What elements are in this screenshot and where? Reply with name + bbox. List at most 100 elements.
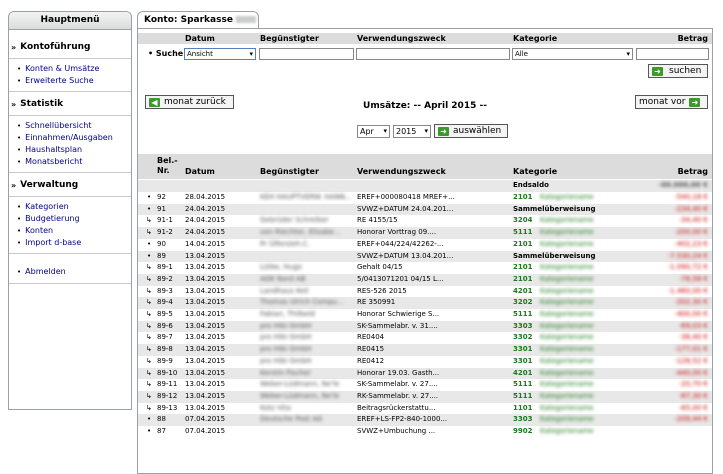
table-row[interactable]: ↳ 89-10 13.04.2015 Kerstin Fischer Honorar 1… <box>138 367 712 380</box>
cell-datum: 13.04.2015 <box>185 333 226 342</box>
cell-datum: 13.04.2015 <box>185 263 226 272</box>
sub-arrow-icon: ↳ <box>146 228 152 237</box>
cell-beguenstigter: Gebrüder Schreiber <box>260 216 329 225</box>
cell-kategorie: 3302 <box>513 333 533 342</box>
cell-zweck: EREF+LS-FP2-840-1000... <box>357 415 448 424</box>
double-arrow-icon: » <box>11 99 17 109</box>
cell-kategorie-name-redacted: Kategoriename <box>540 216 594 225</box>
cell-kategorie: 3204 <box>513 216 533 225</box>
link-konten[interactable]: • Konten <box>17 225 131 237</box>
cell-datum: 13.04.2015 <box>185 380 226 389</box>
cell-kategorie: 5111 <box>513 391 533 400</box>
filter-header-betrag: Betrag <box>677 34 708 43</box>
table-row[interactable]: • 88 07.04.2015 Deutsche Post AG EREF+LS-FP2… <box>138 414 712 426</box>
link-kategorien[interactable]: • Kategorien <box>17 201 131 213</box>
cell-kategorie-name-redacted: Kategoriename <box>540 415 594 424</box>
table-row[interactable]: ↳ 89-8 13.04.2015 pro Hibi GmbH RE0415 3301 Ka… <box>138 344 712 356</box>
table-row[interactable]: ↳ 91-2 24.04.2015 von Riechter, Elisabe... H… <box>138 227 712 239</box>
cell-nr: 92 <box>157 193 166 201</box>
main-panel: Datum Begünstigter Verwendungszweck Kate… <box>137 28 713 474</box>
sidebar: Hauptmenü » Kontoführung • Konten & Umsätz… <box>8 11 132 410</box>
table-row[interactable]: ↳ 89-12 13.04.2015 Weber-Lüdmann, Ne'le RK-S… <box>138 390 712 403</box>
cell-kategorie: 9902 <box>513 427 533 435</box>
cell-kategorie-name-redacted: Kategoriename <box>540 298 594 307</box>
link-monatsbericht[interactable]: • Monatsbericht <box>17 156 131 168</box>
table-row[interactable]: ↳ 89-5 13.04.2015 Fabian, Thilbeld Honorar S… <box>138 309 712 321</box>
table-row[interactable]: • 91 24.04.2015 SVWZ+DATUM 24.04.201... Samm… <box>138 203 712 216</box>
sub-arrow-icon: ↳ <box>146 368 152 377</box>
cell-kategorie: 3202 <box>513 298 533 307</box>
month-select[interactable]: Apr ▾ <box>357 125 390 138</box>
search-button[interactable]: ➜ suchen <box>648 64 708 78</box>
beguenstigter-input[interactable] <box>259 48 354 60</box>
cell-kategorie-name-redacted: Kategoriename <box>540 310 594 318</box>
table-row[interactable]: • 92 28.04.2015 KEH HAUPTVERW. HANN... EREF+… <box>138 192 712 204</box>
table-row[interactable]: ↳ 89-1 13.04.2015 Lütke, Hugo Gehalt 04/15 21… <box>138 262 712 274</box>
link-erweiterte-suche[interactable]: • Erweiterte Suche <box>17 75 131 87</box>
link-label: Haushaltsplan <box>25 145 83 154</box>
cell-beguenstigter: Kerstin Fischer <box>260 368 312 377</box>
kategorie-select[interactable]: Alle ▾ <box>512 48 633 60</box>
tab-label: Konto: Sparkasse <box>144 15 233 25</box>
next-month-button[interactable]: monat vor ➜ <box>635 95 708 109</box>
cell-betrag: -234,40 € <box>674 204 708 213</box>
link-haushaltsplan[interactable]: • Haushaltsplan <box>17 144 131 156</box>
col-header-betrag: Betrag <box>677 167 708 176</box>
cell-kategorie-name-redacted: Kategoriename <box>540 368 594 377</box>
table-row[interactable]: ↳ 89-4 13.04.2015 Thomas Ulrich Compu... RE … <box>138 297 712 309</box>
section-title: Kontoführung <box>20 42 91 52</box>
bullet-icon: • <box>17 215 22 223</box>
bullet-icon: • <box>17 122 22 130</box>
cell-beguenstigter: AOK Nord AB <box>260 274 306 283</box>
cell-kategorie: 2101 <box>513 193 533 201</box>
cell-kategorie-name-redacted: Kategoriename <box>540 345 594 354</box>
cell-betrag: -177,01 € <box>674 345 708 354</box>
table-row[interactable]: ↳ 89-3 13.04.2015 Landhaus Keil RES-526 2015… <box>138 286 712 298</box>
table-row[interactable]: ↳ 89-6 13.04.2015 pro Hibi GmbH SK-Sammelabr… <box>138 320 712 333</box>
link-konten-umsaetze[interactable]: • Konten & Umsätze <box>17 63 131 75</box>
cell-zweck: Honorar Schwierige S... <box>357 310 440 318</box>
table-row[interactable]: ↳ 89-13 13.04.2015 Kotz Vita Beitragsrückers… <box>138 403 712 415</box>
cell-zweck: SVWZ+Umbuchung ... <box>357 427 436 435</box>
sub-arrow-icon: ↳ <box>146 310 152 318</box>
cell-beguenstigter: Deutsche Post AG <box>260 415 323 424</box>
cell-beguenstigter: Fabian, Thilbeld <box>260 310 315 318</box>
sub-arrow-icon: ↳ <box>146 274 152 283</box>
kategorie-select-value: Alle <box>515 49 528 58</box>
table-row[interactable]: ↳ 91-1 24.04.2015 Gebrüder Schreiber RE 4155… <box>138 215 712 227</box>
link-budgetierung[interactable]: • Budgetierung <box>17 213 131 225</box>
table-row[interactable]: • 87 07.04.2015 SVWZ+Umbuchung ... 9902 Kateg… <box>138 426 712 438</box>
table-row[interactable]: ↳ 89-7 13.04.2015 pro Hibi GmbH RE0404 3302 Ka… <box>138 332 712 344</box>
select-button[interactable]: ➜ auswählen <box>434 124 508 138</box>
cell-kategorie: Sammelüberweisung <box>513 204 596 213</box>
link-schnelluebersicht[interactable]: • Schnellübersicht <box>17 120 131 132</box>
link-einnahmen-ausgaben[interactable]: • Einnahmen/Ausgaben <box>17 132 131 144</box>
cell-betrag: -440,00 € <box>674 368 708 377</box>
cell-kategorie: 5111 <box>513 310 533 318</box>
table-row[interactable]: ↳ 89-11 13.04.2015 Weber-Lüdmann, Ne'le SK-S… <box>138 379 712 391</box>
link-label: Monatsbericht <box>25 157 83 166</box>
double-arrow-icon: » <box>11 180 17 190</box>
cell-kategorie-name-redacted: Kategoriename <box>540 380 594 389</box>
cell-beguenstigter: Kotz Vita <box>260 403 291 412</box>
table-row[interactable]: ↳ 89-2 13.04.2015 AOK Nord AB 5/0413071201 0… <box>138 273 712 286</box>
cell-betrag: -540,18 € <box>674 193 708 201</box>
cell-datum: 13.04.2015 <box>185 356 226 365</box>
cell-datum: 24.04.2015 <box>185 228 226 237</box>
datum-select[interactable]: Ansicht ▾ <box>184 48 256 60</box>
table-row[interactable]: • 89 13.04.2015 SVWZ+DATUM 13.04.201... Samm… <box>138 250 712 263</box>
link-import-dbase[interactable]: • Import d-base <box>17 237 131 249</box>
cell-datum: 13.04.2015 <box>185 391 226 400</box>
datum-select-value: Ansicht <box>187 49 213 58</box>
zweck-input[interactable] <box>356 48 510 60</box>
betrag-input[interactable] <box>636 48 709 60</box>
cell-nr: 89-12 <box>157 391 178 400</box>
tab-konto[interactable]: Konto: Sparkasse <box>137 11 259 28</box>
table-row[interactable]: ↳ 89-9 13.04.2015 pro Hibi GmbH RE0412 3301 Ka… <box>138 356 712 368</box>
year-select[interactable]: 2015 ▾ <box>393 125 431 138</box>
table-row[interactable]: • 90 14.04.2015 Pr Ülfersleh.C. EREF+044/224… <box>138 239 712 251</box>
sub-arrow-icon: ↳ <box>146 345 152 354</box>
link-abmelden[interactable]: • Abmelden <box>17 266 131 278</box>
link-label: Konten <box>25 226 54 235</box>
cell-kategorie-name-redacted: Kategoriename <box>540 274 594 283</box>
